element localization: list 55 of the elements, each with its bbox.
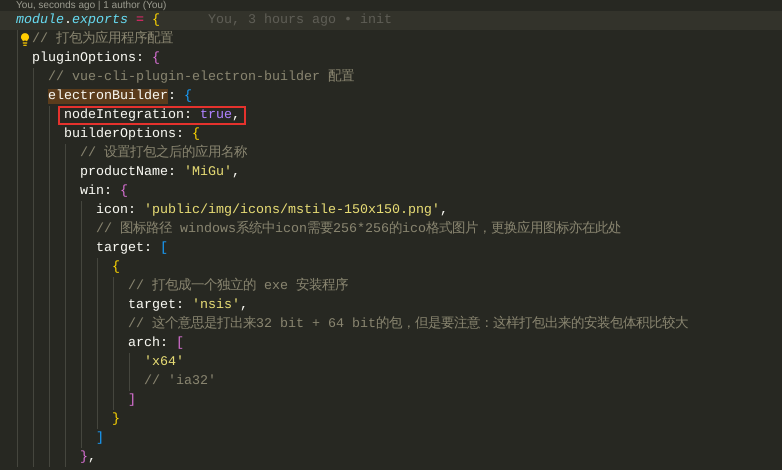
punctuation: : xyxy=(104,184,113,199)
bracket: { xyxy=(120,184,128,199)
punctuation: , xyxy=(88,450,96,465)
string-literal: 'public/img/icons/mstile-150x150.png' xyxy=(144,203,440,218)
code-comment: // 打包成一个独立的 exe 安装程序 xyxy=(128,279,348,294)
string-literal: 'MiGu' xyxy=(184,165,232,180)
bracket: { xyxy=(112,260,120,275)
codelens-text[interactable]: You, seconds ago | 1 author (You) xyxy=(16,0,166,11)
property-key: icon xyxy=(96,203,128,218)
boolean-literal: true xyxy=(200,108,232,123)
punctuation: : xyxy=(176,127,185,142)
property-key: builderOptions xyxy=(64,127,176,142)
bracket: [ xyxy=(160,241,168,256)
punctuation: : xyxy=(136,51,145,66)
punctuation: , xyxy=(240,298,248,313)
bracket: { xyxy=(192,127,200,142)
string-literal: 'x64' xyxy=(144,355,184,370)
property-key: win xyxy=(80,184,104,199)
bracket: ] xyxy=(128,393,136,408)
variable-name: module xyxy=(16,13,64,28)
bracket: [ xyxy=(176,336,184,351)
punctuation: . xyxy=(64,13,72,28)
bracket: ] xyxy=(96,431,104,446)
code-comment: // 'ia32' xyxy=(144,374,216,389)
property-key: arch xyxy=(128,336,160,351)
punctuation: , xyxy=(440,203,448,218)
property-key: electronBuilder xyxy=(48,89,168,104)
property-key: target xyxy=(128,298,176,313)
code-comment: // 打包为应用程序配置 xyxy=(32,32,173,47)
bracket: } xyxy=(112,412,120,427)
operator: = xyxy=(134,13,145,28)
punctuation: : xyxy=(128,203,137,218)
code-comment: // 这个意思是打出来32 bit + 64 bit的包，但是要注意：这样打包出来的安装包体积比较大 xyxy=(128,317,688,332)
punctuation: , xyxy=(232,108,240,123)
variable-name: exports xyxy=(72,13,128,28)
property-key: target xyxy=(96,241,144,256)
property-key: nodeIntegration xyxy=(64,108,184,123)
code-comment: // 图标路径 windows系统中icon需要256*256的ico格式图片，更换应用图标亦在此处 xyxy=(96,222,621,237)
bracket: { xyxy=(184,89,192,104)
bracket: { xyxy=(152,51,160,66)
code-comment: // 设置打包之后的应用名称 xyxy=(80,146,247,161)
code-comment: // vue-cli-plugin-electron-builder 配置 xyxy=(48,70,354,85)
lightbulb-icon[interactable] xyxy=(18,32,32,47)
string-literal: 'nsis' xyxy=(192,298,240,313)
punctuation: : xyxy=(144,241,153,256)
punctuation: : xyxy=(160,336,169,351)
bracket: } xyxy=(80,450,88,465)
punctuation: , xyxy=(232,165,240,180)
punctuation: : xyxy=(184,108,193,123)
punctuation: : xyxy=(176,298,185,313)
property-key: productName xyxy=(80,165,168,180)
property-key: pluginOptions xyxy=(32,51,136,66)
bracket: { xyxy=(152,13,160,28)
punctuation: : xyxy=(168,89,177,104)
punctuation: : xyxy=(168,165,177,180)
